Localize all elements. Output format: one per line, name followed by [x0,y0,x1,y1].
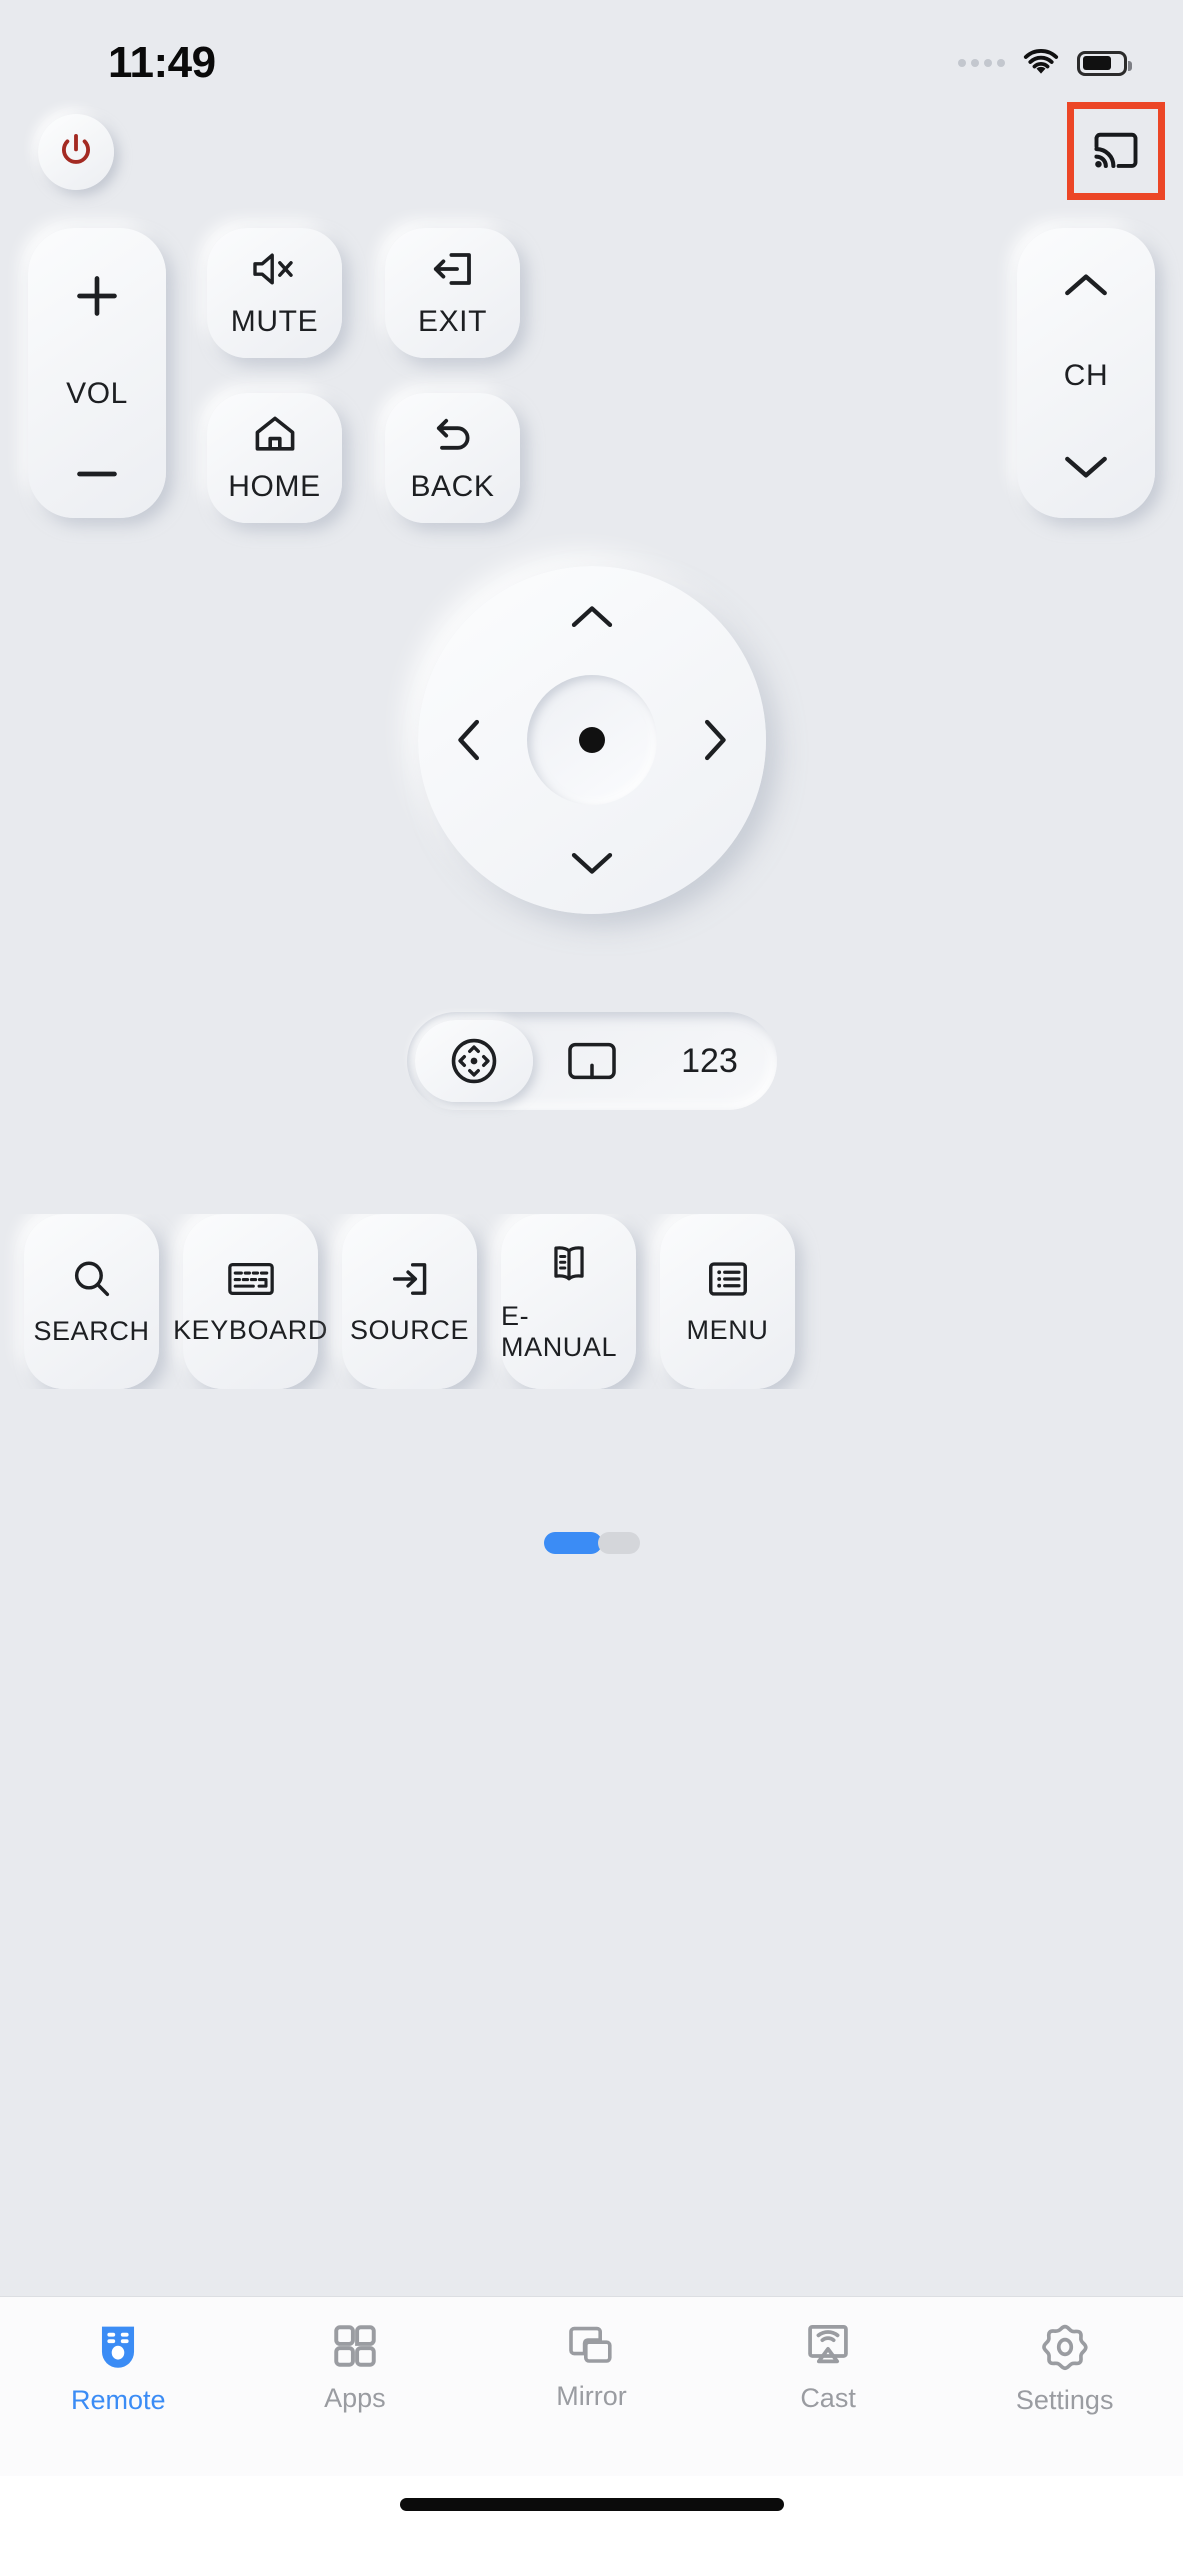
primary-controls: VOL CH MUTE EXIT HOME BACK [0,218,1183,558]
wifi-icon [1023,49,1059,74]
keyboard-icon [227,1262,274,1296]
mode-touchpad-segment[interactable] [533,1020,651,1102]
page-dot-active[interactable] [543,1532,602,1554]
tab-apps-label: Apps [324,2383,386,2413]
home-indicator-area [0,2476,1183,2560]
function-row-section: SEARCH KEYBOARD SOURCE E-MANUAL MENU [0,1188,1183,1518]
channel-label: CH [1063,359,1109,392]
cast-icon [1094,132,1138,169]
tab-settings[interactable]: Settings [946,2321,1183,2416]
home-icon [255,416,294,451]
tab-mirror[interactable]: Mirror [473,2321,710,2412]
menu-button[interactable]: MENU [660,1214,795,1389]
mute-label: MUTE [230,305,319,338]
plus-icon[interactable] [69,268,125,324]
volume-rocker[interactable]: VOL [28,228,166,518]
touchpad-icon [567,1042,616,1080]
power-icon [62,133,90,164]
mute-button[interactable]: MUTE [207,228,342,358]
list-menu-icon [708,1262,747,1296]
source-input-icon [392,1263,426,1295]
power-button[interactable] [38,114,114,190]
input-mode-switcher: 123 [406,1012,777,1110]
signal-dots-icon [958,59,1005,67]
ok-dot-icon [578,727,605,753]
dpad-section [0,558,1183,998]
keyboard-label: KEYBOARD [173,1315,328,1345]
function-row[interactable]: SEARCH KEYBOARD SOURCE E-MANUAL MENU [0,1214,1183,1389]
search-label: SEARCH [33,1316,150,1346]
menu-label: MENU [686,1315,769,1345]
chevron-up-icon[interactable] [1058,268,1114,304]
home-label: HOME [228,470,321,503]
speaker-mute-icon [252,253,293,285]
exit-button[interactable]: EXIT [385,228,520,358]
minus-icon[interactable] [69,464,125,484]
mode-numbers-segment[interactable]: 123 [651,1020,769,1102]
chevron-left-icon[interactable] [452,713,486,767]
search-icon [74,1261,109,1297]
app-screen: 11:49 VOL CH MUTE EXIT HOME BACK 123 SEA… [0,0,1183,2560]
cast-screen-icon [808,2324,848,2364]
tab-remote[interactable]: Remote [0,2321,237,2416]
keyboard-button[interactable]: KEYBOARD [173,1214,327,1389]
cast-button[interactable] [1067,102,1165,200]
mode-dpad-segment[interactable] [414,1020,533,1102]
search-button[interactable]: SEARCH [24,1214,159,1389]
e-manual-button[interactable]: E-MANUAL [501,1214,636,1389]
bottom-tab-bar: Remote Apps Mirror Cast Settings [0,2296,1183,2476]
chevron-right-icon[interactable] [698,713,732,767]
back-label: BACK [410,470,495,503]
dpad[interactable] [417,566,766,914]
page-indicator[interactable] [543,1532,640,1554]
dpad-circle-icon [451,1038,496,1084]
page-dot-inactive[interactable] [597,1532,640,1554]
volume-label: VOL [66,377,128,410]
tab-settings-label: Settings [1015,2385,1114,2415]
battery-icon [1077,50,1132,76]
source-button[interactable]: SOURCE [342,1214,477,1389]
status-bar-indicators [958,48,1132,78]
header-bar [0,102,1183,218]
grid-apps-icon [334,2325,376,2367]
tab-cast[interactable]: Cast [710,2321,947,2414]
status-bar-time: 11:49 [108,38,216,87]
remote-icon [102,2326,135,2368]
home-button[interactable]: HOME [207,393,342,523]
input-mode-section: 123 [0,998,1183,1188]
screen-mirror-icon [569,2326,613,2363]
pagination-section [0,1518,1183,1588]
tab-remote-label: Remote [71,2385,166,2415]
chevron-up-icon[interactable] [565,600,619,634]
gear-icon [1041,2324,1088,2371]
status-bar: 11:49 [0,0,1183,112]
book-icon [553,1245,584,1280]
chevron-down-icon[interactable] [565,846,619,880]
exit-label: EXIT [417,305,488,338]
tab-apps[interactable]: Apps [237,2321,474,2414]
back-button[interactable]: BACK [385,393,520,523]
home-indicator[interactable] [399,2498,784,2511]
chevron-down-icon[interactable] [1058,448,1114,484]
dpad-ok-button[interactable] [526,675,657,805]
back-arrow-icon [436,418,469,450]
exit-arrow-icon [433,253,471,285]
tab-mirror-label: Mirror [556,2381,627,2411]
channel-rocker[interactable]: CH [1017,228,1155,518]
source-label: SOURCE [349,1315,470,1345]
e-manual-label: E-MANUAL [501,1300,618,1362]
tab-cast-label: Cast [800,2383,856,2413]
